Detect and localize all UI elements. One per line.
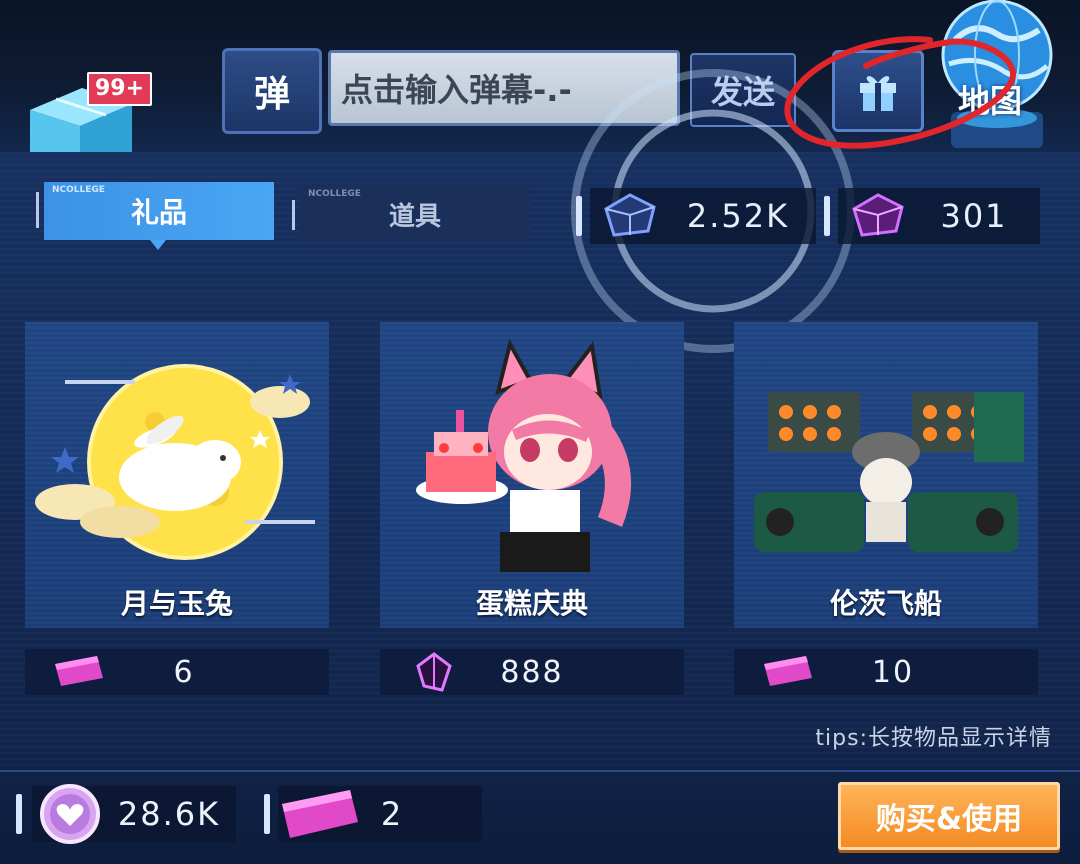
ticket-icon — [282, 790, 358, 838]
crystal-icon — [416, 652, 452, 692]
moon-rabbit-image — [35, 364, 315, 560]
gift-icon — [860, 76, 896, 111]
gift-card-lenz-airship[interactable]: 伦茨飞船 — [734, 322, 1038, 628]
gift-card-cake-celebration[interactable]: 蛋糕庆典 — [380, 322, 684, 628]
active-tab-pointer — [150, 240, 166, 250]
tab-label: 礼品 — [130, 196, 187, 229]
price-value: 888 — [500, 654, 564, 690]
tab-tag: NCOLLEGE — [52, 185, 105, 195]
item-name: 月与玉兔 — [120, 587, 233, 620]
price-row: 6 — [25, 649, 329, 695]
danmaku-input[interactable]: 点击输入弹幕-.- — [328, 50, 680, 126]
wallet-divider — [264, 794, 270, 834]
airship-mech-image — [754, 392, 1024, 552]
gift-button[interactable] — [832, 50, 924, 132]
purple-crystal-value: 301 — [940, 197, 1008, 235]
gift-card-moon-rabbit[interactable]: 月与玉兔 — [25, 322, 329, 628]
tips-text: tips:长按物品显示详情 — [815, 726, 1052, 751]
price-row: 10 — [734, 649, 1038, 695]
blue-crystal-value: 2.52K — [686, 197, 790, 235]
blue-crystal-icon — [604, 193, 656, 237]
heart-coin-balance: 28.6K — [32, 784, 236, 844]
danmaku-toggle-button[interactable]: 弹 — [222, 48, 322, 134]
tab-label: 道具 — [388, 201, 441, 232]
heart-coin-value: 28.6K — [117, 795, 221, 833]
purple-crystal-balance: 301 — [838, 188, 1040, 244]
ticket-value: 2 — [380, 795, 404, 833]
send-button[interactable]: 发送 — [690, 53, 796, 127]
tab-items[interactable]: NCOLLEGE 道具 — [300, 186, 530, 242]
ticket-icon — [764, 656, 812, 686]
balance-divider — [576, 196, 582, 236]
price-row: 888 — [380, 649, 684, 695]
price-value: 10 — [871, 654, 915, 690]
notification-badge: 99+ — [87, 72, 153, 106]
item-name: 蛋糕庆典 — [475, 587, 588, 620]
ticket-icon — [55, 656, 103, 686]
cake-girl-image — [416, 338, 631, 572]
heart-coin-icon — [40, 784, 100, 844]
tab-gifts[interactable]: NCOLLEGE 礼品 — [44, 182, 274, 240]
ticket-balance: 2 — [278, 786, 482, 842]
purple-crystal-icon — [852, 193, 904, 237]
wallet-divider — [16, 794, 22, 834]
tab-tag: NCOLLEGE — [308, 189, 361, 199]
tab-divider — [36, 192, 39, 228]
blue-crystal-balance: 2.52K — [590, 188, 816, 244]
tab-divider — [292, 200, 295, 230]
buy-and-use-button[interactable]: 购买&使用 — [838, 782, 1060, 850]
balance-divider — [824, 196, 830, 236]
item-name: 伦茨飞船 — [829, 587, 942, 620]
map-label: 地图 — [958, 82, 1023, 120]
price-value: 6 — [173, 654, 195, 690]
